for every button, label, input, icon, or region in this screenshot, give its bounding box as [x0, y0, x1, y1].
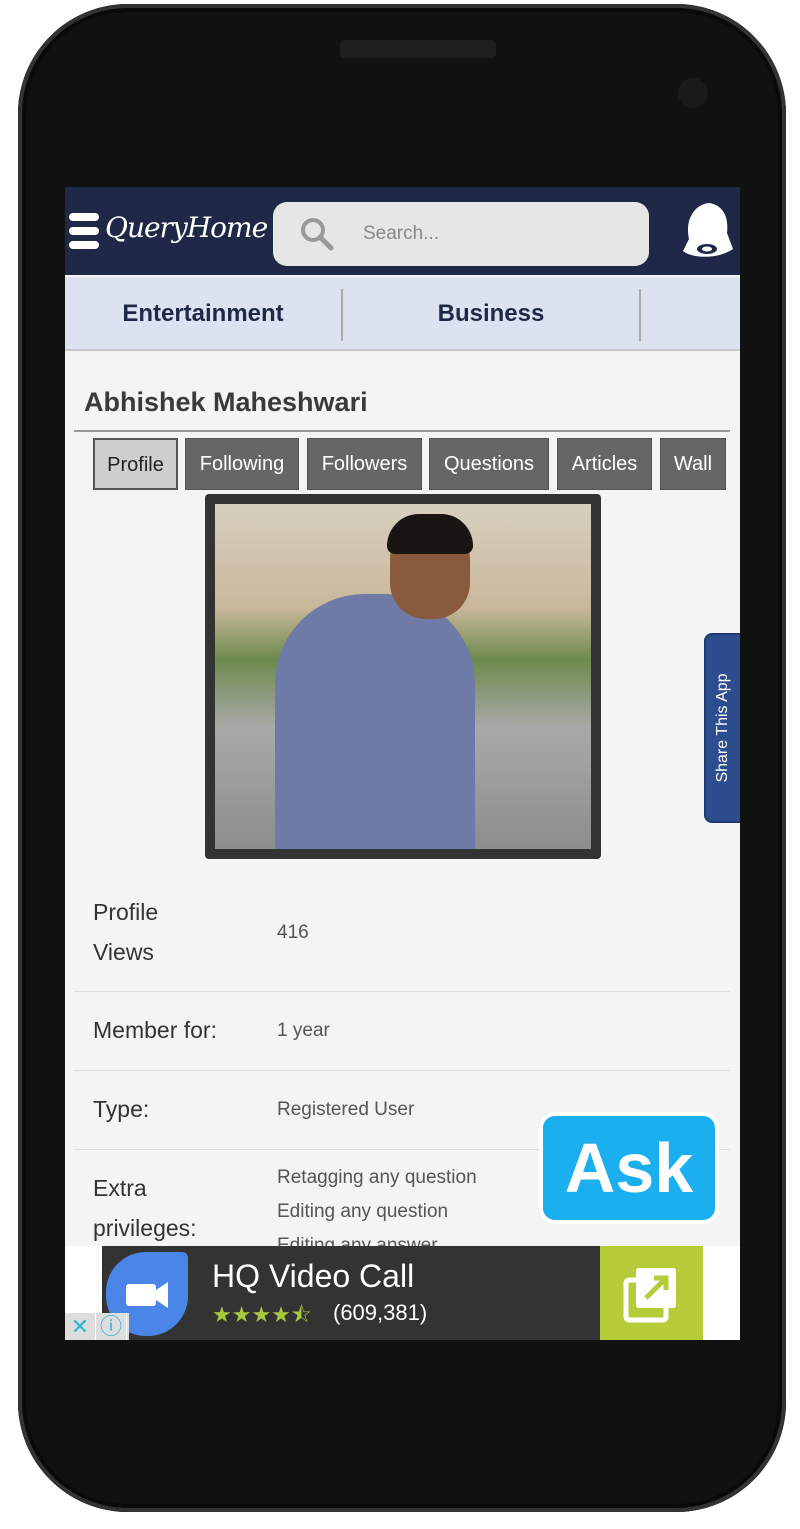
external-link-icon — [623, 1268, 676, 1323]
field-label: Profile Views — [93, 899, 159, 965]
category-business[interactable]: Business — [343, 277, 639, 351]
tab-articles[interactable]: Articles — [557, 438, 652, 490]
hamburger-menu-icon[interactable] — [69, 213, 99, 251]
profile-photo — [205, 494, 601, 859]
ad-controls: ✕ ⓘ — [65, 1313, 129, 1340]
search-input[interactable]: Search... — [273, 202, 649, 266]
ask-button[interactable]: Ask — [539, 1112, 719, 1224]
field-label: Extra privileges: — [93, 1175, 197, 1241]
field-value: Retagging any question — [277, 1167, 477, 1188]
field-value: Registered User — [277, 1099, 415, 1120]
share-app-tab[interactable]: Share This App — [704, 633, 740, 823]
divider — [74, 430, 730, 432]
field-label: Type: — [93, 1096, 150, 1122]
search-placeholder: Search... — [363, 223, 440, 244]
phone-speaker — [340, 40, 496, 58]
category-entertainment[interactable]: Entertainment — [65, 277, 341, 351]
ad-close-icon[interactable]: ✕ — [65, 1313, 96, 1340]
tab-following[interactable]: Following — [185, 438, 299, 490]
tab-followers[interactable]: Followers — [307, 438, 422, 490]
category-divider — [639, 289, 641, 341]
tab-profile[interactable]: Profile — [93, 438, 178, 490]
category-bar: Entertainment Business — [65, 277, 740, 351]
bell-icon[interactable] — [679, 199, 735, 261]
field-value: 1 year — [277, 1020, 330, 1041]
field-value: 416 — [277, 922, 309, 943]
open-ad-button[interactable] — [600, 1246, 703, 1340]
app-logo[interactable]: QueryHome — [105, 211, 268, 244]
app-screen: QueryHome Search... Entertainment Busine… — [65, 187, 740, 1340]
field-value: Editing any question — [277, 1201, 449, 1222]
field-label: Member for: — [93, 1017, 217, 1043]
ad-title: HQ Video Call — [212, 1258, 415, 1294]
ad-info-icon[interactable]: ⓘ — [96, 1313, 127, 1340]
share-label: Share This App — [714, 673, 731, 783]
phone-camera — [678, 78, 708, 108]
top-bar: QueryHome Search... — [65, 187, 740, 275]
tab-questions[interactable]: Questions — [429, 438, 549, 490]
field-profile-views: Profile Views 416 — [74, 872, 730, 992]
search-icon — [301, 218, 334, 251]
tab-wall[interactable]: Wall — [660, 438, 726, 490]
field-member-for: Member for: 1 year — [74, 992, 730, 1071]
rating-count: (609,381) — [333, 1300, 428, 1325]
profile-name: Abhishek Maheshwari — [84, 387, 368, 417]
ad-banner[interactable]: HQ Video Call ★★★★⯪ (609,381) — [102, 1246, 703, 1340]
star-rating: ★★★★⯪ — [212, 1302, 312, 1327]
